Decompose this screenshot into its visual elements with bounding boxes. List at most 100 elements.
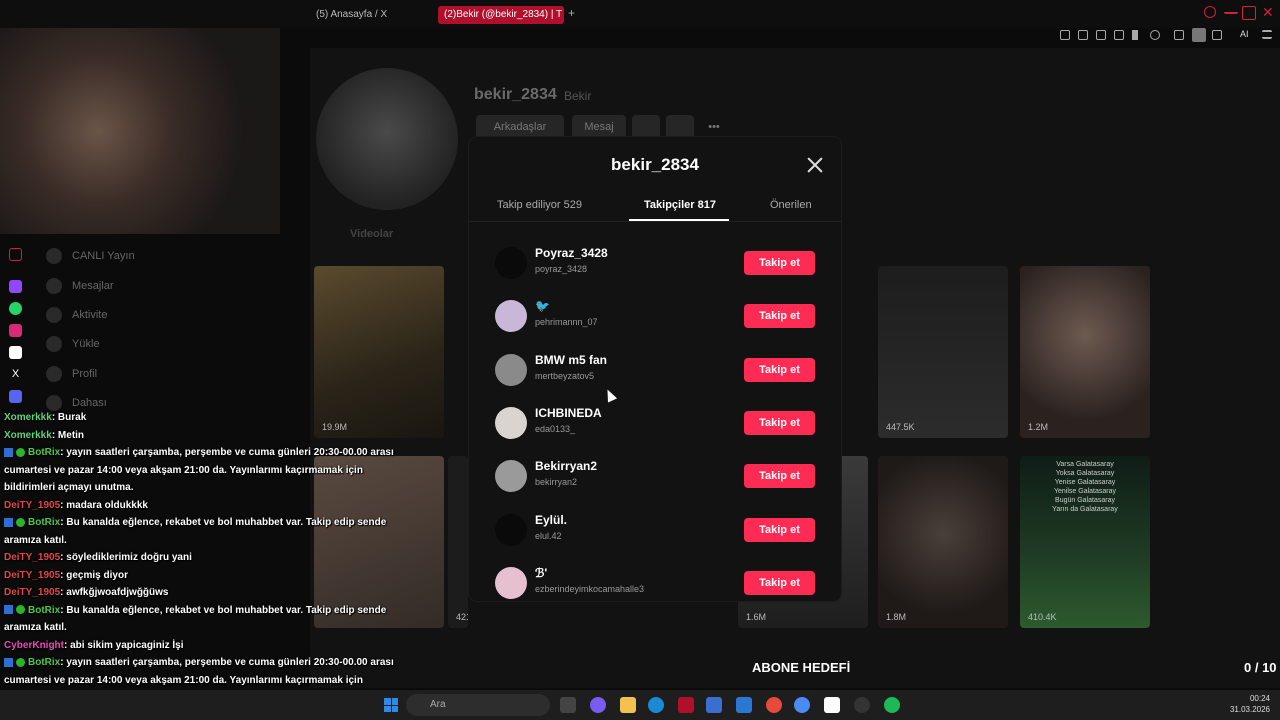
follower-name[interactable]: 🐦	[535, 299, 550, 313]
taskbar-search[interactable]: Ara	[406, 694, 550, 716]
follower-name[interactable]: Eylül.	[535, 513, 567, 527]
windows-start-icon[interactable]	[384, 698, 398, 712]
avatar[interactable]	[495, 406, 527, 439]
follower-row[interactable]: ℬ' ezberindeyimkocamahalle3 Takip et	[495, 563, 817, 603]
follow-button[interactable]: Takip et	[744, 357, 815, 382]
maximize-icon[interactable]	[1242, 6, 1256, 20]
chat-message: : Metin	[51, 429, 85, 441]
obs-icon[interactable]	[824, 697, 840, 713]
follower-row[interactable]: BMW m5 fan mertbeyzatov5 Takip et	[495, 350, 817, 390]
avatar[interactable]	[495, 353, 527, 386]
chrome-icon[interactable]	[766, 697, 782, 713]
play-icon[interactable]	[1132, 30, 1142, 40]
close-icon[interactable]	[805, 155, 825, 175]
follower-name[interactable]: Poyraz_3428	[535, 246, 608, 260]
download-icon[interactable]	[1212, 30, 1222, 40]
record-icon[interactable]	[9, 248, 22, 261]
video-thumb[interactable]: 1.8M	[878, 456, 1008, 628]
tab-videos[interactable]: Videolar	[350, 228, 393, 240]
tiktok-icon[interactable]	[9, 346, 22, 359]
spotify-icon[interactable]	[884, 697, 900, 713]
avatar[interactable]	[495, 566, 527, 599]
follow-button[interactable]: Takip et	[744, 251, 815, 275]
chat-username[interactable]: DeiTY_1905	[4, 552, 60, 563]
tab-following[interactable]: Takip ediliyor 529	[497, 199, 582, 211]
follow-button[interactable]: Takip et	[744, 464, 815, 489]
chrome-icon[interactable]	[794, 697, 810, 713]
follower-row[interactable]: ICHBINEDA eda0133_ Takip et	[495, 403, 817, 443]
add-friend-icon[interactable]	[632, 115, 660, 139]
store-icon[interactable]	[706, 697, 722, 713]
puzzle-icon[interactable]	[1174, 30, 1184, 40]
message-button[interactable]: Mesaj	[572, 115, 626, 139]
close-window-icon[interactable]: ✕	[1262, 5, 1276, 20]
outlook-icon[interactable]	[736, 697, 752, 713]
tab-tiktok-profile[interactable]: (2)Bekir (@bekir_2834) | T	[438, 6, 564, 24]
chat-username[interactable]: Xomerkkk	[4, 412, 52, 423]
chat-line: BotRix: Bu kanalda eğlence, rekabet ve b…	[4, 603, 386, 619]
discord-icon[interactable]	[9, 390, 22, 403]
github-icon[interactable]	[854, 697, 870, 713]
profile-avatar[interactable]	[316, 68, 458, 210]
avatar[interactable]	[495, 247, 527, 279]
video-thumb[interactable]: 421.4K	[448, 456, 468, 628]
bookmark-icon[interactable]	[1060, 30, 1070, 40]
search-icon[interactable]	[1204, 6, 1216, 18]
edge-icon[interactable]	[648, 697, 664, 713]
minimize-icon[interactable]	[1224, 6, 1238, 14]
chat-username[interactable]: BotRix	[28, 605, 60, 616]
extension-icon[interactable]	[1114, 30, 1124, 40]
share-icon[interactable]	[666, 115, 694, 139]
follower-name[interactable]: ICHBINEDA	[535, 406, 602, 420]
video-thumb[interactable]: 447.5K	[878, 266, 1008, 438]
video-thumb[interactable]: 1.2M	[1020, 266, 1150, 438]
ai-button[interactable]: AI	[1240, 29, 1249, 39]
tab-x-home[interactable]: (5) Anasayfa / X	[310, 6, 435, 24]
bot-badge-icon	[4, 605, 13, 615]
chat-username[interactable]: BotRix	[28, 447, 60, 458]
profile-avatar-icon[interactable]	[1192, 28, 1206, 42]
more-icon[interactable]: •••	[700, 115, 728, 139]
screenshot-icon[interactable]	[1078, 30, 1088, 40]
chat-username[interactable]: Xomerkkk	[4, 430, 52, 441]
chat-message: : yayın saatleri çarşamba, perşembe ve c…	[60, 657, 394, 668]
menu-icon[interactable]	[1262, 30, 1272, 39]
whatsapp-icon[interactable]	[9, 302, 22, 315]
file-explorer-icon[interactable]	[620, 697, 636, 713]
tab-followers[interactable]: Takipçiler 817	[644, 199, 716, 211]
chat-username[interactable]: DeiTY_1905	[4, 587, 60, 598]
follower-name[interactable]: ℬ'	[535, 566, 547, 580]
follow-button[interactable]: Takip et	[744, 304, 815, 329]
follower-row[interactable]: Poyraz_3428 poyraz_3428 Takip et	[495, 243, 817, 283]
video-thumb[interactable]: Varsa Galatasaray Yoksa Galatasaray Yenise…	[1020, 456, 1150, 628]
friends-button[interactable]: Arkadaşlar	[476, 115, 564, 139]
chat-username[interactable]: DeiTY_1905	[4, 570, 60, 581]
avatar[interactable]	[495, 300, 527, 333]
follower-row[interactable]: Eylül. elul.42 Takip et	[495, 510, 817, 550]
avatar[interactable]	[495, 513, 527, 546]
follow-button[interactable]: Takip et	[744, 517, 815, 542]
heart-icon[interactable]	[1150, 30, 1160, 40]
follower-row[interactable]: 🐦 pehrimannn_07 Takip et	[495, 296, 817, 336]
chat-username[interactable]: BotRix	[28, 517, 60, 528]
follower-name[interactable]: Bekirryan2	[535, 459, 597, 473]
copilot-icon[interactable]	[590, 697, 606, 713]
chat-username[interactable]: DeiTY_1905	[4, 500, 60, 511]
avatar[interactable]	[495, 460, 527, 493]
instagram-icon[interactable]	[9, 324, 22, 337]
chat-username[interactable]: BotRix	[28, 657, 60, 668]
shield-icon[interactable]	[1096, 30, 1106, 40]
task-view-icon[interactable]	[560, 697, 576, 713]
new-tab-button[interactable]: +	[568, 6, 575, 20]
tab-suggested[interactable]: Önerilen	[770, 199, 812, 211]
taskbar-clock[interactable]: 00:24 31.03.2026	[1218, 693, 1270, 715]
chat-username[interactable]: CyberKnight	[4, 640, 64, 651]
follower-name[interactable]: BMW m5 fan	[535, 353, 607, 367]
chat-message: : Bu kanalda eğlence, rekabet ve bol muh…	[60, 604, 387, 616]
follower-row[interactable]: Bekirryan2 bekirryan2 Takip et	[495, 456, 817, 496]
follow-button[interactable]: Takip et	[744, 570, 815, 595]
twitch-icon[interactable]	[9, 280, 22, 293]
x-icon[interactable]: X	[9, 368, 22, 381]
opera-gx-icon[interactable]	[678, 697, 694, 713]
follow-button[interactable]: Takip et	[744, 410, 815, 435]
